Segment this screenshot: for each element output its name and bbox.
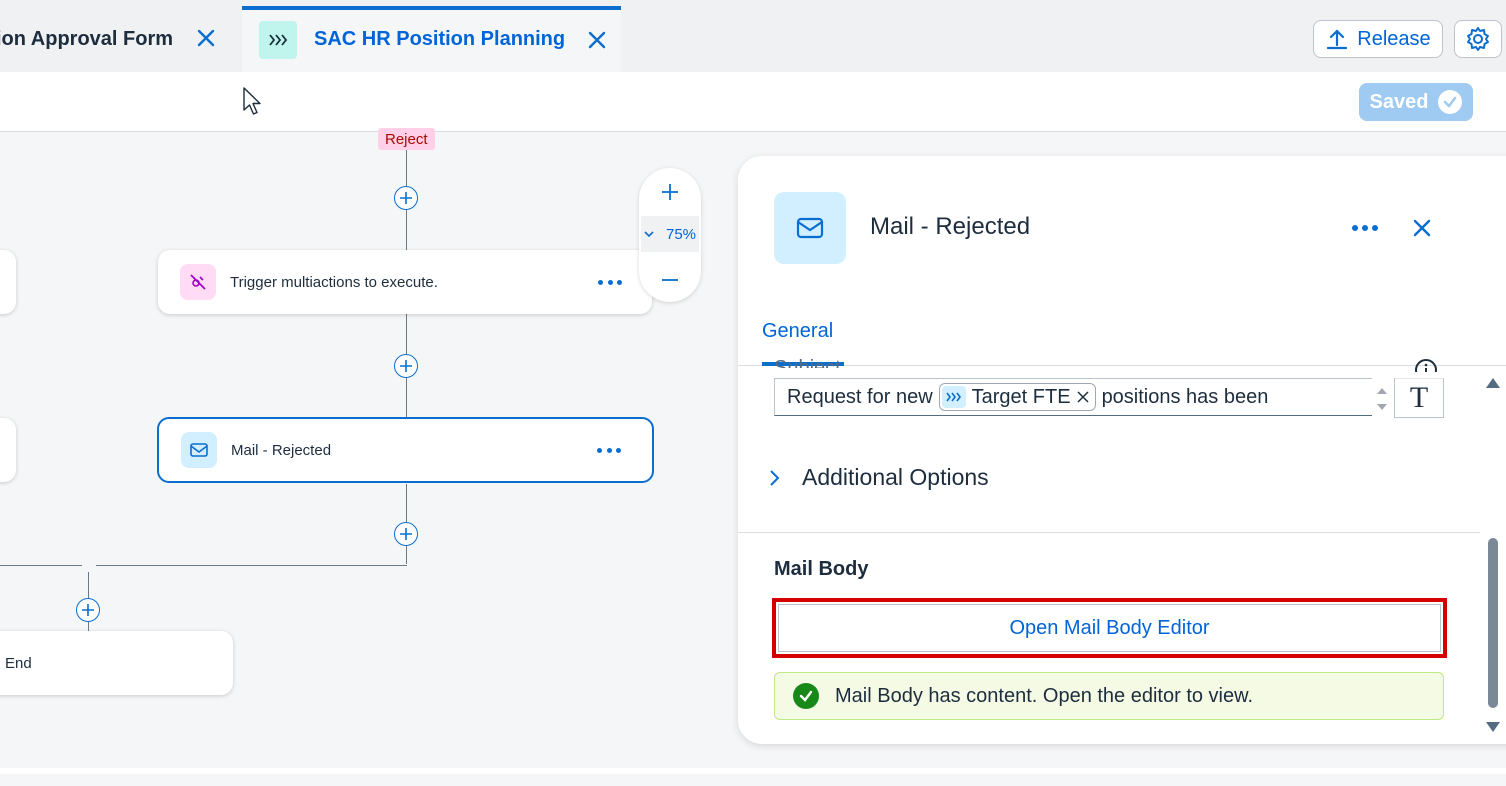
properties-panel: Mail - Rejected General Subject Request … <box>738 156 1506 744</box>
subject-token[interactable]: Target FTE <box>938 383 1096 411</box>
more-icon[interactable] <box>597 440 621 460</box>
open-mail-body-editor-button[interactable]: Open Mail Body Editor <box>772 598 1447 658</box>
node-mail-rejected[interactable]: Mail - Rejected <box>157 417 654 483</box>
node-label: Mail - Rejected <box>231 441 332 459</box>
node-end[interactable]: End <box>0 631 233 695</box>
mail-icon <box>774 192 846 264</box>
scrollbar[interactable] <box>1482 376 1502 736</box>
additional-options-label: Additional Options <box>802 464 989 490</box>
open-editor-label: Open Mail Body Editor <box>1009 616 1210 639</box>
mail-icon <box>181 432 217 468</box>
workflow-icon <box>259 21 297 59</box>
variable-icon <box>941 386 966 408</box>
release-button[interactable]: Release <box>1313 20 1443 58</box>
saved-button[interactable]: Saved <box>1359 83 1473 121</box>
chevron-right-icon <box>770 469 780 486</box>
settings-button[interactable] <box>1454 20 1502 58</box>
node-label: Trigger multiactions to execute. <box>230 273 438 291</box>
field-stepper[interactable] <box>1374 384 1390 414</box>
upload-icon <box>1327 29 1348 50</box>
panel-title: Mail - Rejected <box>870 213 1031 240</box>
text-format-button[interactable]: T <box>1394 378 1444 418</box>
tab-sac-hr-position-planning[interactable]: SAC HR Position Planning <box>242 6 621 72</box>
tab-divider <box>738 365 1506 366</box>
add-step-button[interactable] <box>394 354 418 378</box>
node-label: End <box>5 654 32 672</box>
check-icon <box>1438 90 1463 114</box>
scroll-down-icon[interactable] <box>1486 722 1500 732</box>
saved-label: Saved <box>1369 90 1429 113</box>
close-icon[interactable] <box>1077 391 1089 403</box>
scroll-up-icon[interactable] <box>1486 378 1500 388</box>
zoom-level-select[interactable]: 75% <box>641 216 699 252</box>
success-icon <box>793 683 819 709</box>
message-text: Mail Body has content. Open the editor t… <box>835 684 1254 707</box>
info-icon[interactable] <box>1414 358 1438 372</box>
zoom-control: 75% <box>639 168 701 302</box>
plus-icon <box>400 192 412 204</box>
tab-label: SAC HR Position Planning <box>314 28 566 50</box>
connector <box>0 565 82 566</box>
release-label: Release <box>1357 27 1431 50</box>
editor-toolbar: Saved <box>0 72 1506 132</box>
add-step-button[interactable] <box>76 598 100 622</box>
more-icon[interactable] <box>598 272 622 292</box>
gear-icon <box>1467 27 1489 51</box>
zoom-out-button[interactable] <box>639 260 701 300</box>
minus-icon <box>662 279 678 281</box>
subject-label: Subject <box>774 357 841 368</box>
node-trigger-multiactions[interactable]: Trigger multiactions to execute. <box>158 250 652 314</box>
close-icon[interactable] <box>196 28 216 48</box>
workflow-node[interactable] <box>0 418 16 482</box>
text-format-icon: T <box>1409 381 1429 414</box>
mail-body-label: Mail Body <box>774 558 869 580</box>
zoom-level: 75% <box>665 225 697 243</box>
subject-input[interactable]: Request for new Target FTE positions has… <box>774 378 1372 416</box>
additional-options-toggle[interactable]: Additional Options <box>768 464 989 491</box>
workflow-node[interactable] <box>0 250 16 314</box>
token-label: Target FTE <box>971 385 1071 408</box>
subject-prefix: Request for new <box>787 385 933 408</box>
add-step-button[interactable] <box>394 186 418 210</box>
connector <box>96 565 407 566</box>
more-icon[interactable] <box>1352 218 1378 238</box>
plus-icon <box>82 604 94 616</box>
zoom-in-button[interactable] <box>639 172 701 212</box>
tab-label: ion Approval Form <box>0 27 174 50</box>
horizontal-scrollbar[interactable] <box>0 768 1506 786</box>
add-step-button[interactable] <box>394 522 418 546</box>
success-message-strip: Mail Body has content. Open the editor t… <box>774 672 1444 720</box>
reject-tag: Reject <box>378 128 435 150</box>
plus-icon <box>400 528 412 540</box>
tab-general[interactable]: General <box>762 320 844 343</box>
plus-icon <box>662 184 678 200</box>
tab-approval-form[interactable]: ion Approval Form <box>0 6 240 72</box>
tab-bar: ion Approval Form SAC HR Position Planni… <box>0 0 1506 72</box>
chevron-down-icon <box>644 231 654 238</box>
scroll-thumb[interactable] <box>1488 538 1498 708</box>
close-icon[interactable] <box>1410 216 1434 240</box>
multiaction-icon <box>180 264 216 300</box>
subject-suffix: positions has been <box>1101 385 1269 408</box>
plus-icon <box>400 360 412 372</box>
close-icon[interactable] <box>587 30 607 50</box>
section-divider <box>738 532 1480 533</box>
mouse-cursor-icon <box>243 87 261 115</box>
